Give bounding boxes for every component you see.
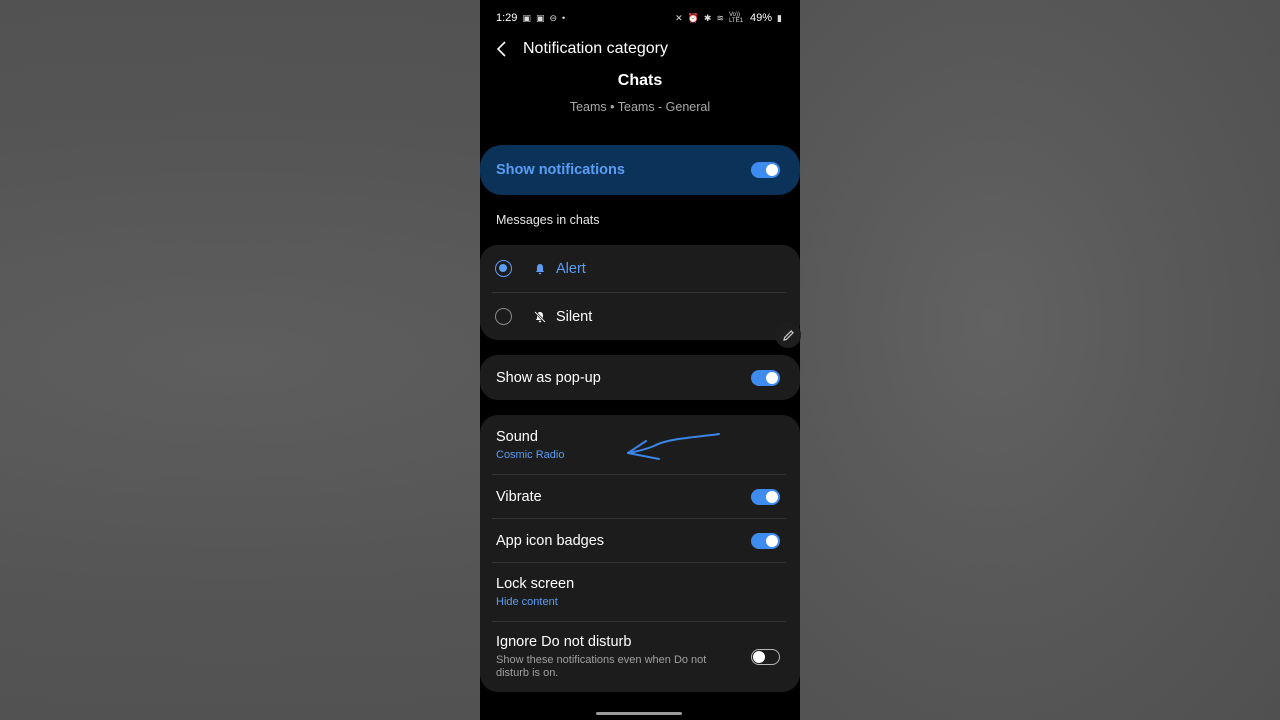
category-path: Teams • Teams - General: [569, 100, 711, 114]
app-icon-badges-label: App icon badges: [496, 532, 605, 549]
radio-option-alert[interactable]: Alert: [480, 245, 800, 292]
radio-button-alert[interactable]: [495, 260, 512, 277]
app-icon-badges-toggle[interactable]: [751, 532, 780, 549]
show-notifications-row[interactable]: Show notifications: [480, 145, 800, 195]
status-left: 1:29 ▣ ▣ ⊖ •: [496, 12, 565, 24]
toggle-knob: [753, 650, 765, 663]
sound-text: Sound Cosmic Radio: [496, 429, 564, 461]
show-as-popup-toggle[interactable]: [751, 369, 780, 386]
vibrate-label: Vibrate: [496, 488, 542, 505]
phone-screen: 1:29 ▣ ▣ ⊖ • ✕ ⏰ ✱ ≋ Vo)) LTE1 49% ▮ Not…: [480, 0, 800, 720]
ignore-dnd-row[interactable]: Ignore Do not disturb Show these notific…: [480, 622, 800, 692]
toggle-knob: [766, 371, 778, 384]
status-time: 1:29: [496, 12, 518, 24]
show-notifications-toggle[interactable]: [751, 162, 780, 178]
mute-icon: ✕: [675, 12, 683, 23]
app-icon-badges-row[interactable]: App icon badges: [480, 519, 800, 562]
radio-button-silent[interactable]: [495, 308, 512, 325]
lock-screen-text: Lock screen Hide content: [496, 576, 574, 608]
show-as-popup-label: Show as pop-up: [496, 369, 601, 386]
battery-level: 49%: [750, 12, 773, 24]
wifi-icon: ≋: [716, 12, 725, 23]
radio-option-silent[interactable]: Silent: [480, 293, 800, 340]
radio-label-alert: Alert: [556, 260, 586, 277]
bluetooth-icon: ✱: [703, 12, 712, 23]
ignore-dnd-description: Show these notifications even when Do no…: [496, 654, 707, 679]
vibrate-toggle[interactable]: [751, 488, 780, 505]
edit-pencil-button[interactable]: [775, 322, 801, 348]
bell-icon: [534, 262, 547, 275]
status-right: ✕ ⏰ ✱ ≋ Vo)) LTE1 49% ▮: [675, 12, 782, 24]
dot-icon: •: [562, 13, 566, 23]
toggle-knob: [766, 534, 778, 547]
screenshot-icon: ▣: [522, 12, 531, 23]
alert-mode-card: Alert Silent: [480, 245, 800, 340]
lock-screen-value: Hide content: [496, 596, 558, 608]
lock-screen-row[interactable]: Lock screen Hide content: [480, 563, 800, 621]
lock-screen-label: Lock screen: [496, 576, 575, 592]
chevron-left-icon: [496, 41, 506, 57]
sound-value: Cosmic Radio: [496, 448, 565, 461]
back-button[interactable]: [482, 36, 522, 62]
bell-off-icon: [534, 310, 547, 323]
top-app-bar: Notification category: [480, 36, 800, 62]
toggle-knob: [766, 490, 778, 503]
show-notifications-label: Show notifications: [496, 162, 625, 178]
page-title: Notification category: [523, 40, 668, 57]
hand-drawn-arrow-icon: [627, 433, 720, 460]
ignore-dnd-text: Ignore Do not disturb Show these notific…: [496, 634, 726, 680]
screenshot-icon: ▣: [535, 12, 545, 23]
vibrate-row[interactable]: Vibrate: [480, 475, 800, 518]
status-bar: 1:29 ▣ ▣ ⊖ • ✕ ⏰ ✱ ≋ Vo)) LTE1 49% ▮: [496, 10, 782, 26]
pencil-icon: [782, 329, 794, 341]
volte-signal-icon: Vo)) LTE1: [729, 12, 743, 24]
radio-label-silent: Silent: [556, 308, 593, 325]
home-indicator[interactable]: [596, 712, 682, 715]
ignore-dnd-toggle[interactable]: [751, 649, 780, 665]
blurred-background-right: [800, 0, 1280, 720]
battery-icon: ▮: [777, 12, 782, 23]
toggle-knob: [766, 164, 778, 176]
category-title: Chats: [617, 72, 663, 89]
show-as-popup-row[interactable]: Show as pop-up: [480, 355, 800, 400]
do-not-disturb-icon: ⊖: [549, 12, 557, 23]
category-header: Chats Teams • Teams - General: [480, 72, 800, 114]
alarm-icon: ⏰: [687, 12, 699, 23]
ignore-dnd-label: Ignore Do not disturb: [496, 634, 632, 650]
section-label: Messages in chats: [496, 213, 600, 227]
sound-label: Sound: [496, 428, 538, 445]
